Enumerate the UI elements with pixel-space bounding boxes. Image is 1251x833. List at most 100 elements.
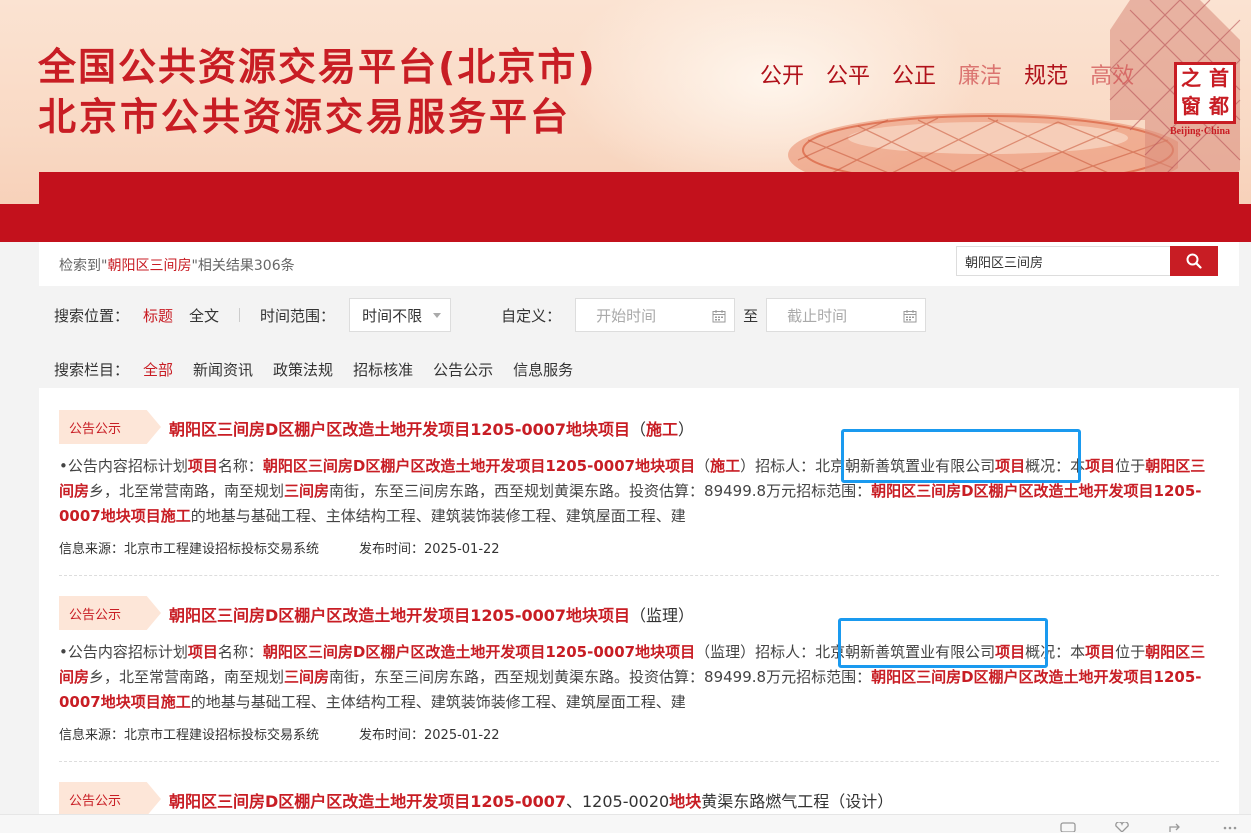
divider (239, 308, 241, 322)
result-title-link[interactable]: 朝阳区三间房D区棚户区改造土地开发项目1205-0007、1205-0020地块… (169, 788, 893, 812)
snippet-text: 名称： (217, 643, 263, 661)
end-date-input[interactable]: 截止时间 (766, 298, 927, 332)
snippet-highlight: 项目 (995, 457, 1026, 475)
title-part: 朝阳区三间房D区棚户区改造土地开发项目1205-0007 (169, 792, 566, 811)
slogan-item: 公正 (892, 64, 937, 89)
snippet-highlight: 三间房 (284, 482, 330, 500)
result-item: 公告公示 朝阳区三间房D区棚户区改造土地开发项目1205-0007地块项目（监理… (59, 596, 1219, 756)
snippet-text: （ (695, 457, 711, 475)
result-tag: 公告公示 (59, 410, 161, 444)
title-suffix: 监理 (646, 606, 679, 625)
result-date: 发布时间：2025-01-22 (359, 542, 500, 557)
snippet-highlight: 项目 (187, 457, 218, 475)
seal-char: 都 (1209, 94, 1229, 118)
capital-window-logo[interactable]: 之 首 窗 都 (1174, 62, 1236, 124)
summary-keyword: 朝阳区三间房 (107, 258, 192, 274)
snippet-text: •公告内容招标计划 (59, 457, 188, 475)
search-button[interactable] (1170, 246, 1218, 276)
seal-caption: Beijing·China (1170, 126, 1231, 137)
snippet-text: 乡，北至常营南路，南至规划 (89, 482, 285, 500)
slogan-item: 高效 (1090, 64, 1135, 89)
snippet-highlight: 项目 (995, 643, 1026, 661)
category-info-service[interactable]: 信息服务 (513, 359, 573, 380)
site-title-line1: 全国公共资源交易平台(北京市) (38, 45, 597, 89)
time-range-select[interactable]: 时间不限 (349, 298, 452, 332)
custom-range-label: 自定义： (501, 306, 562, 325)
summary-suffix: "相关结果306条 (191, 258, 295, 274)
position-option-title[interactable]: 标题 (143, 305, 173, 326)
end-date-placeholder: 截止时间 (787, 306, 848, 325)
snippet-text: 名称： (217, 457, 263, 475)
result-tag: 公告公示 (59, 596, 161, 630)
result-date: 发布时间：2025-01-22 (359, 728, 500, 743)
time-range-value: 时间不限 (362, 306, 423, 325)
title-paren-open: （ (630, 606, 647, 625)
snippet-highlight: 三间房 (284, 668, 330, 686)
slogan-item: 公平 (826, 64, 871, 89)
header-banner: 全国公共资源交易平台(北京市) 北京市公共资源交易服务平台 公开 公平 公正 廉… (0, 0, 1251, 242)
result-title-link[interactable]: 朝阳区三间房D区棚户区改造土地开发项目1205-0007地块项目（监理） (169, 602, 694, 626)
slogan-item: 规范 (1024, 64, 1069, 89)
result-summary: 检索到"朝阳区三间房"相关结果306条 (59, 255, 295, 275)
snippet-highlight: 朝阳区三间房D区棚户区改造土地开发项目1205-0007地块项目 (262, 643, 696, 661)
search-input[interactable] (956, 246, 1170, 276)
seal-char: 首 (1209, 66, 1229, 90)
snippet-text: ）招标人：北京朝新善筑置业有限公司 (740, 457, 996, 475)
title-paren-close: ） (678, 606, 695, 625)
snippet-text: 乡，北至常营南路，南至规划 (89, 668, 285, 686)
title-part: 、1205-0020 (566, 792, 670, 811)
position-label: 搜索位置： (54, 306, 130, 325)
heart-icon[interactable] (1113, 822, 1131, 832)
category-news[interactable]: 新闻资讯 (193, 359, 253, 380)
start-date-placeholder: 开始时间 (596, 306, 657, 325)
title-paren-open: （ (630, 420, 647, 439)
category-label: 搜索栏目： (54, 360, 130, 379)
snippet-text: 位于 (1115, 643, 1146, 661)
start-date-input[interactable]: 开始时间 (575, 298, 736, 332)
share-icon[interactable] (1167, 822, 1185, 832)
result-snippet: •公告内容招标计划项目名称：朝阳区三间房D区棚户区改造土地开发项目1205-00… (59, 454, 1209, 529)
comment-icon[interactable] (1059, 822, 1077, 832)
result-divider (59, 761, 1219, 762)
category-all[interactable]: 全部 (143, 359, 173, 380)
filter-row-position-time: 搜索位置： 标题 全文 时间范围： 时间不限 自定义： 开始时间 至 截止时间 (54, 298, 927, 332)
title-suffix: 施工 (646, 420, 679, 439)
snippet-text: （监理）招标人：北京朝新善筑置业有限公司 (695, 643, 996, 661)
calendar-icon (903, 310, 917, 323)
title-main: 朝阳区三间房D区棚户区改造土地开发项目1205-0007地块项目 (169, 606, 630, 625)
result-snippet: •公告内容招标计划项目名称：朝阳区三间房D区棚户区改造土地开发项目1205-00… (59, 640, 1209, 715)
site-title-line2: 北京市公共资源交易服务平台 (38, 95, 572, 139)
title-part: 黄渠东路燃气工程（设计） (701, 792, 894, 811)
snippet-highlight: 项目 (187, 643, 218, 661)
chevron-down-icon (433, 313, 442, 318)
snippet-text: 的地基与基础工程、主体结构工程、建筑装饰装修工程、建筑屋面工程、建 (190, 507, 686, 525)
seal-char: 窗 (1181, 94, 1201, 118)
snippet-text: 南街，东至三间房东路，西至规划黄渠东路。投资估算：89499.8万元招标范围： (329, 482, 872, 500)
main-nav-bar (39, 172, 1239, 242)
result-meta: 信息来源：北京市工程建设招标投标交易系统 发布时间：2025-01-22 (59, 538, 500, 557)
category-tender-approval[interactable]: 招标核准 (353, 359, 413, 380)
snippet-highlight: 施工 (710, 457, 741, 475)
result-divider (59, 575, 1219, 576)
slogan-item: 廉洁 (958, 64, 1003, 89)
result-summary-bar: 检索到"朝阳区三间房"相关结果306条 (39, 242, 1239, 286)
title-part: 地块 (669, 792, 702, 811)
snippet-text: 概况：本 (1025, 457, 1086, 475)
main-content: 检索到"朝阳区三间房"相关结果306条 搜索位置： 标题 全文 时间范围： 时间… (39, 242, 1239, 832)
search-icon (1186, 253, 1202, 269)
snippet-text: 的地基与基础工程、主体结构工程、建筑装饰装修工程、建筑屋面工程、建 (190, 693, 686, 711)
category-policy[interactable]: 政策法规 (273, 359, 333, 380)
calendar-icon (712, 310, 726, 323)
category-announcement[interactable]: 公告公示 (433, 359, 493, 380)
more-icon[interactable] (1221, 822, 1239, 832)
to-label: 至 (743, 306, 759, 325)
position-option-fulltext[interactable]: 全文 (189, 305, 219, 326)
snippet-highlight: 项目 (1085, 643, 1116, 661)
result-source: 信息来源：北京市工程建设招标投标交易系统 (59, 542, 320, 557)
snippet-text: 南街，东至三间房东路，西至规划黄渠东路。投资估算：89499.8万元招标范围： (329, 668, 872, 686)
seal-char: 之 (1181, 66, 1201, 90)
snippet-text: 概况：本 (1025, 643, 1086, 661)
result-title-link[interactable]: 朝阳区三间房D区棚户区改造土地开发项目1205-0007地块项目（施工） (169, 416, 694, 440)
title-main: 朝阳区三间房D区棚户区改造土地开发项目1205-0007地块项目 (169, 420, 630, 439)
summary-prefix: 检索到" (59, 258, 108, 274)
